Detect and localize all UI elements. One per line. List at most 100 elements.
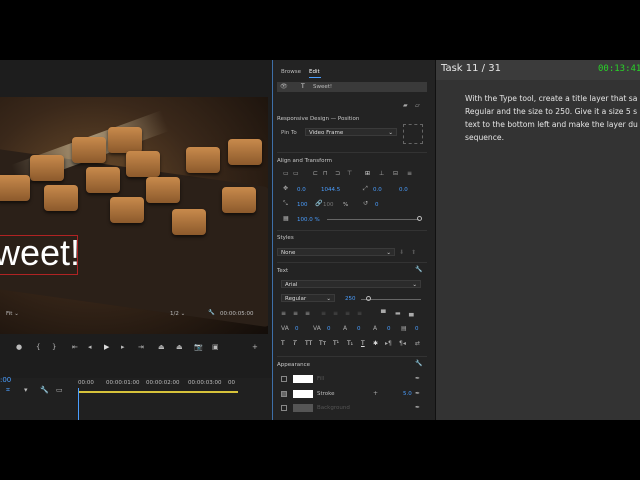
faux-italic-icon[interactable]: T — [293, 340, 297, 347]
kerning-value[interactable]: 0 — [327, 326, 331, 332]
align-left-icon[interactable]: ⊏ — [313, 170, 318, 177]
font-size-value[interactable]: 250 — [345, 296, 356, 302]
baseline-value[interactable]: 0 — [387, 326, 391, 332]
pin-to-dropdown[interactable]: Video Frame ⌄ — [305, 128, 397, 136]
fill-eyedropper-icon[interactable]: ✒ — [415, 375, 420, 382]
mark-out-icon[interactable]: } — [52, 343, 56, 351]
faux-bold-icon[interactable]: T — [281, 340, 285, 347]
style-push-icon[interactable]: ⬇ — [399, 249, 404, 256]
align-center-h-icon[interactable]: ⊓ — [323, 170, 328, 177]
ltr-icon[interactable]: ▸¶ — [385, 340, 392, 347]
new-group-icon[interactable]: ▰ — [403, 102, 408, 109]
vertical-align-top-icon[interactable]: ▀ — [381, 310, 386, 317]
extract-icon[interactable]: ⏏ — [176, 343, 183, 351]
font-style-dropdown[interactable]: Regular ⌄ — [281, 294, 335, 302]
compare-icon[interactable]: ▣ — [212, 343, 219, 351]
align-vertical-icon[interactable]: ▭ — [283, 170, 289, 177]
font-size-slider-handle[interactable] — [366, 296, 371, 301]
align-horizontal-icon[interactable]: ▭ — [293, 170, 299, 177]
snap-icon[interactable]: ⌗ — [6, 386, 10, 395]
style-sync-icon[interactable]: ⬆ — [411, 249, 416, 256]
resolution-dropdown[interactable]: 1/2 ⌄ — [170, 311, 185, 317]
background-eyedropper-icon[interactable]: ✒ — [415, 404, 420, 411]
strikethrough-icon[interactable]: ✱ — [373, 340, 378, 347]
tracking-value[interactable]: 0 — [295, 326, 299, 332]
justify-right-icon[interactable]: ≡ — [345, 310, 350, 317]
fill-checkbox[interactable] — [281, 376, 287, 382]
small-caps-icon[interactable]: Tт — [319, 340, 326, 347]
tab-edit[interactable]: Edit — [309, 69, 320, 75]
align-top-icon[interactable]: ⊤ — [347, 170, 352, 177]
position-x[interactable]: 0.0 — [297, 187, 306, 193]
video-preview[interactable] — [0, 97, 268, 334]
vertical-align-middle-icon[interactable]: ▬ — [395, 310, 401, 317]
opacity-slider-handle[interactable] — [417, 216, 422, 221]
font-dropdown[interactable]: Arial ⌄ — [281, 280, 421, 288]
opacity-slider[interactable] — [327, 219, 419, 220]
text-wrench-icon[interactable]: 🔧 — [415, 266, 422, 273]
tab-browse[interactable]: Browse — [281, 69, 301, 75]
fit-dropdown[interactable]: Fit ⌄ — [6, 311, 19, 317]
timeline-marker-icon[interactable]: ▾ — [24, 386, 28, 394]
background-checkbox[interactable] — [281, 405, 287, 411]
lift-icon[interactable]: ⏏ — [158, 343, 165, 351]
align-text-left-icon[interactable]: ≡ — [281, 310, 286, 317]
superscript-icon[interactable]: T¹ — [333, 340, 339, 347]
stroke-eyedropper-icon[interactable]: ✒ — [415, 390, 420, 397]
timeline-wrench-icon[interactable]: 🔧 — [40, 386, 49, 394]
scale-height[interactable]: 100 — [323, 202, 334, 208]
opacity-value[interactable]: 100.0 % — [297, 217, 320, 223]
align-text-center-icon[interactable]: ≡ — [293, 310, 298, 317]
styles-dropdown[interactable]: None ⌄ — [277, 248, 395, 256]
text-direction-icon[interactable]: ⇄ — [415, 340, 420, 347]
new-layer-icon[interactable]: ▱ — [415, 102, 420, 109]
layer-row[interactable]: 👁 T Sweet! — [277, 82, 427, 92]
tsume-value[interactable]: 0 — [415, 326, 419, 332]
rtl-icon[interactable]: ¶◂ — [399, 340, 406, 347]
eye-icon[interactable]: 👁 — [280, 83, 288, 90]
position-y[interactable]: 1044.5 — [321, 187, 340, 193]
play-icon[interactable]: ▶ — [104, 343, 109, 351]
marker-icon[interactable]: ● — [16, 343, 22, 351]
stroke-checkbox[interactable] — [281, 391, 287, 397]
go-to-in-icon[interactable]: ⇤ — [72, 343, 78, 351]
stroke-color-swatch[interactable] — [293, 390, 313, 398]
appearance-wrench-icon[interactable]: 🔧 — [415, 360, 422, 367]
captions-icon[interactable]: ▭ — [56, 386, 63, 394]
background-color-swatch[interactable] — [293, 404, 313, 412]
justify-all-icon[interactable]: ≡ — [357, 310, 362, 317]
underline-icon[interactable]: T — [361, 340, 365, 347]
fill-color-swatch[interactable] — [293, 375, 313, 383]
align-text-right-icon[interactable]: ≡ — [305, 310, 310, 317]
distribute-v-icon[interactable]: ≡ — [407, 170, 412, 177]
step-forward-icon[interactable]: ▸ — [121, 343, 125, 351]
anchor-x[interactable]: 0.0 — [373, 187, 382, 193]
step-back-icon[interactable]: ◂ — [88, 343, 92, 351]
all-caps-icon[interactable]: TT — [305, 340, 312, 347]
anchor-y[interactable]: 0.0 — [399, 187, 408, 193]
go-to-out-icon[interactable]: ⇥ — [138, 343, 144, 351]
justify-center-icon[interactable]: ≡ — [333, 310, 338, 317]
pin-target-widget[interactable] — [403, 124, 423, 144]
wrench-icon[interactable]: 🔧 — [208, 310, 215, 316]
export-frame-icon[interactable]: 📷 — [194, 343, 203, 351]
scale-value[interactable]: 100 — [297, 202, 308, 208]
justify-left-icon[interactable]: ≡ — [321, 310, 326, 317]
add-stroke-icon[interactable]: + — [373, 390, 378, 397]
playhead[interactable] — [78, 388, 79, 420]
leading-value[interactable]: 0 — [357, 326, 361, 332]
stroke-width-value[interactable]: 5.0 — [403, 391, 412, 397]
distribute-icon[interactable]: ⊟ — [393, 170, 398, 177]
add-button-icon[interactable]: + — [252, 343, 258, 351]
timeline-ruler[interactable]: 00:00 00:00:01:00 00:00:02:00 00:00:03:0… — [78, 380, 248, 390]
align-right-icon[interactable]: ⊐ — [335, 170, 340, 177]
title-text-overlay[interactable]: weet! — [0, 232, 80, 274]
work-area-bar[interactable] — [78, 391, 238, 393]
lock-icon[interactable]: 🔗 — [315, 200, 322, 207]
rotation-value[interactable]: 0 — [375, 202, 379, 208]
align-bottom-icon[interactable]: ⊥ — [379, 170, 384, 177]
vertical-align-bottom-icon[interactable]: ▄ — [409, 310, 414, 317]
align-middle-icon[interactable]: ⊞ — [365, 170, 370, 177]
subscript-icon[interactable]: T₁ — [347, 340, 353, 347]
mark-in-icon[interactable]: { — [36, 343, 40, 351]
